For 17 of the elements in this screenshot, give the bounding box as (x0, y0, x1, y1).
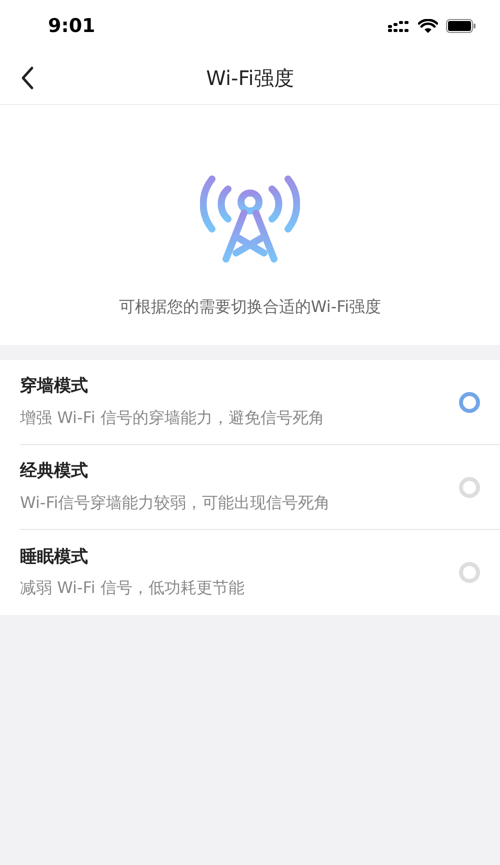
mode-title: 睡眠模式 (20, 546, 89, 569)
mode-title: 经典模式 (20, 460, 89, 484)
mode-description: 减弱 Wi-Fi 信号，低功耗更节能 (20, 577, 246, 600)
wifi-icon (418, 18, 438, 34)
mode-option[interactable]: 睡眠模式 减弱 Wi-Fi 信号，低功耗更节能 (20, 530, 500, 615)
status-time: 9:01 (48, 14, 96, 39)
mode-option[interactable]: 穿墙模式 增强 Wi-Fi 信号的穿墙能力，避免信号死角 (20, 360, 500, 445)
signal-tower-icon (200, 173, 300, 265)
page-title: Wi-Fi强度 (206, 65, 294, 92)
battery-icon (446, 19, 476, 33)
mode-option[interactable]: 经典模式 Wi-Fi信号穿墙能力较弱，可能出现信号死角 (20, 445, 500, 530)
hero-caption: 可根据您的需要切换合适的Wi-Fi强度 (118, 296, 382, 318)
mode-description: Wi-Fi信号穿墙能力较弱，可能出现信号死角 (20, 492, 332, 514)
mode-description: 增强 Wi-Fi 信号的穿墙能力，避免信号死角 (20, 406, 326, 429)
radio-button[interactable] (459, 392, 480, 412)
mode-title: 穿墙模式 (20, 375, 89, 398)
signal-icon (388, 19, 410, 33)
